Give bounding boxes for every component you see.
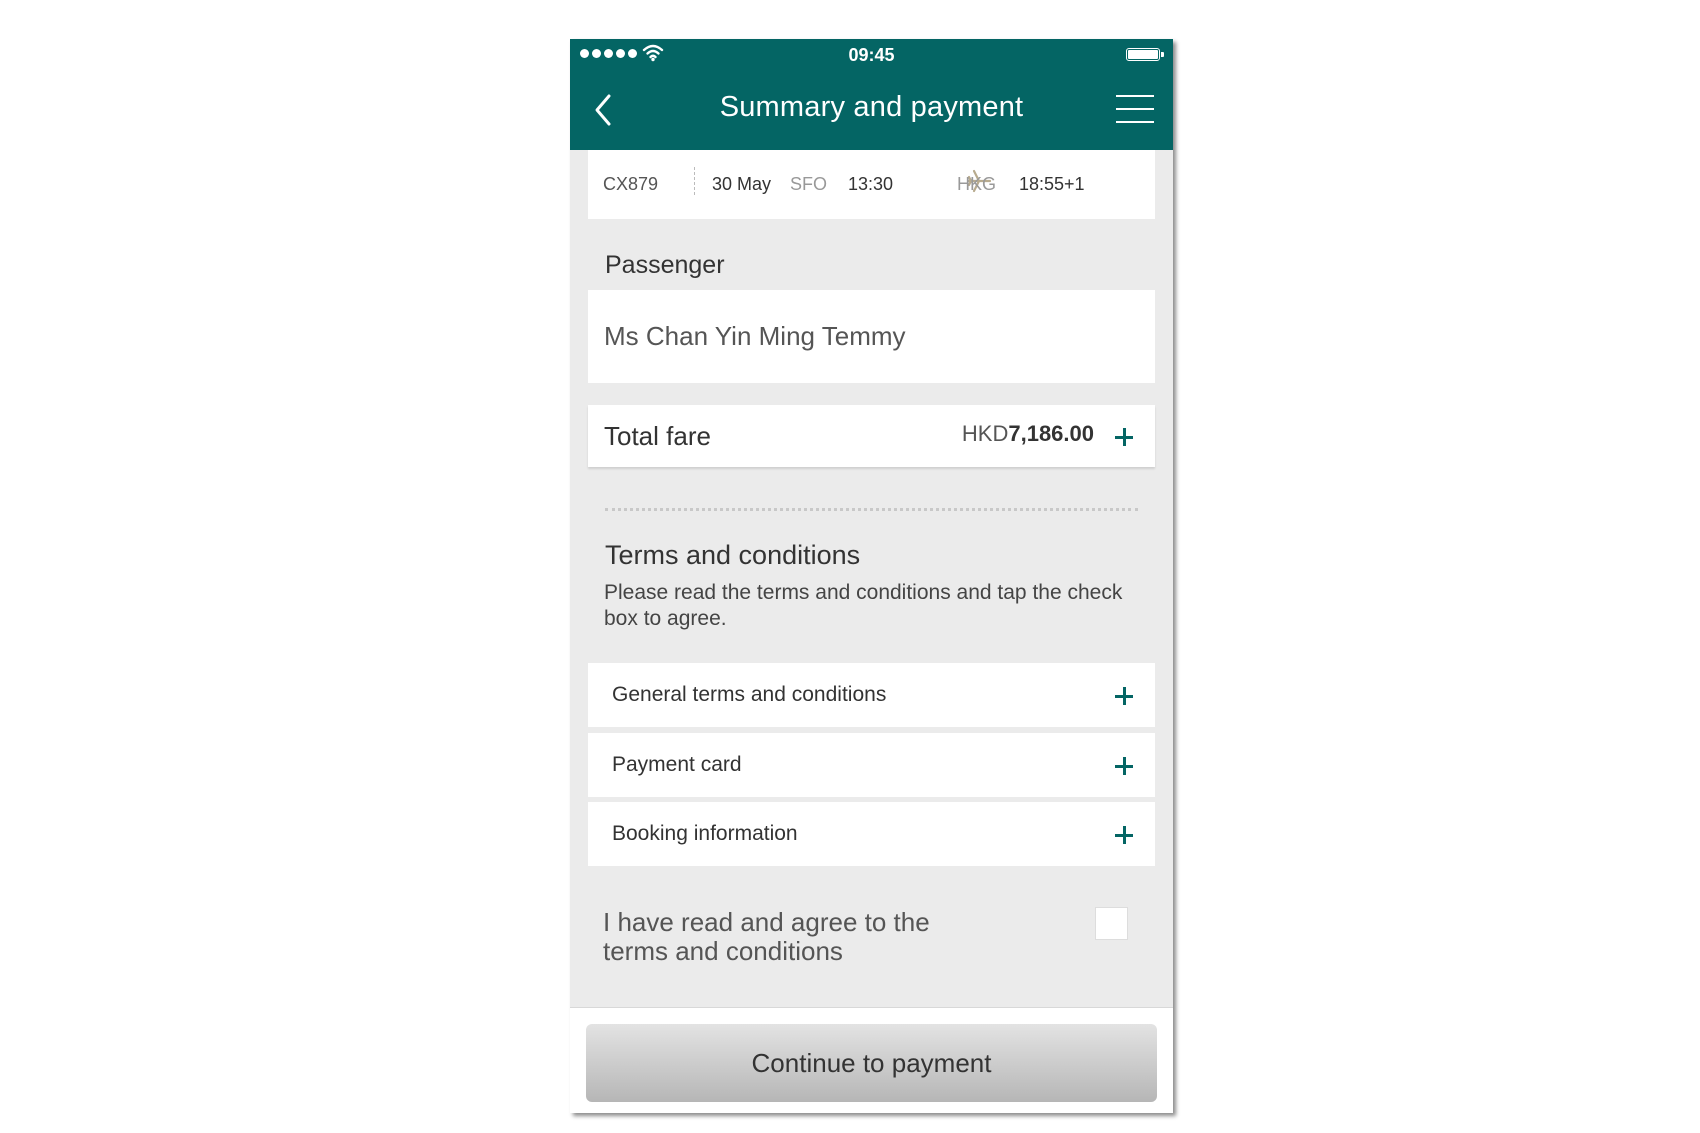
flight-number: CX879 — [603, 174, 659, 194]
accordion-label: Booking information — [612, 822, 798, 845]
depart-time: 13:30 — [848, 174, 894, 194]
menu-icon-line — [1116, 108, 1154, 110]
battery-icon — [1126, 48, 1164, 61]
page-title: Summary and payment — [719, 91, 1024, 123]
accordion-label: General terms and conditions — [612, 683, 887, 706]
terms-description: Please read the terms and conditions and… — [604, 581, 1123, 630]
continue-to-payment-button[interactable]: Continue to payment — [586, 1024, 1157, 1102]
terms-heading: Terms and conditions — [605, 540, 861, 570]
divider — [605, 508, 1138, 511]
accordion-payment-card[interactable]: Payment card — [588, 733, 1155, 797]
accordion-general-terms[interactable]: General terms and conditions — [588, 663, 1155, 727]
menu-button[interactable] — [1116, 95, 1154, 125]
fare-value: 7,186.00 — [1008, 421, 1094, 446]
expand-plus-icon[interactable] — [1115, 687, 1133, 705]
expand-plus-icon[interactable] — [1115, 826, 1133, 844]
app-header: 09:45 Summary and payment — [570, 39, 1173, 150]
divider — [694, 167, 695, 195]
arrive-time: 18:55+1 — [1019, 174, 1085, 194]
total-fare-amount: HKD7,186.00 — [962, 421, 1094, 447]
expand-plus-icon[interactable] — [1115, 757, 1133, 775]
menu-icon-line — [1116, 95, 1154, 97]
passenger-card: Ms Chan Yin Ming Temmy — [588, 290, 1155, 383]
footer-bar: Continue to payment — [570, 1007, 1173, 1113]
passenger-name: Ms Chan Yin Ming Temmy — [604, 321, 906, 351]
accordion-booking-information[interactable]: Booking information — [588, 802, 1155, 866]
passenger-heading: Passenger — [605, 251, 725, 279]
menu-icon-line — [1116, 121, 1154, 123]
expand-plus-icon[interactable] — [1115, 428, 1133, 446]
accordion-label: Payment card — [612, 753, 742, 776]
flight-date: 30 May — [712, 174, 772, 194]
agree-terms-checkbox[interactable] — [1095, 907, 1128, 940]
total-fare-label: Total fare — [604, 421, 711, 451]
total-fare-row[interactable]: Total fare HKD7,186.00 — [588, 405, 1155, 467]
agree-terms-text: I have read and agree to the terms and c… — [603, 907, 930, 966]
phone-screen: 09:45 Summary and payment CX879 30 May S… — [570, 39, 1173, 1113]
fare-currency: HKD — [961, 421, 1009, 446]
status-bar: 09:45 — [570, 39, 1173, 71]
status-time: 09:45 — [848, 45, 895, 65]
origin-airport: SFO — [790, 174, 828, 194]
destination-airport: HKG — [957, 174, 997, 194]
flight-summary: CX879 30 May SFO 13:30 HKG 18:55+1 — [588, 150, 1155, 219]
